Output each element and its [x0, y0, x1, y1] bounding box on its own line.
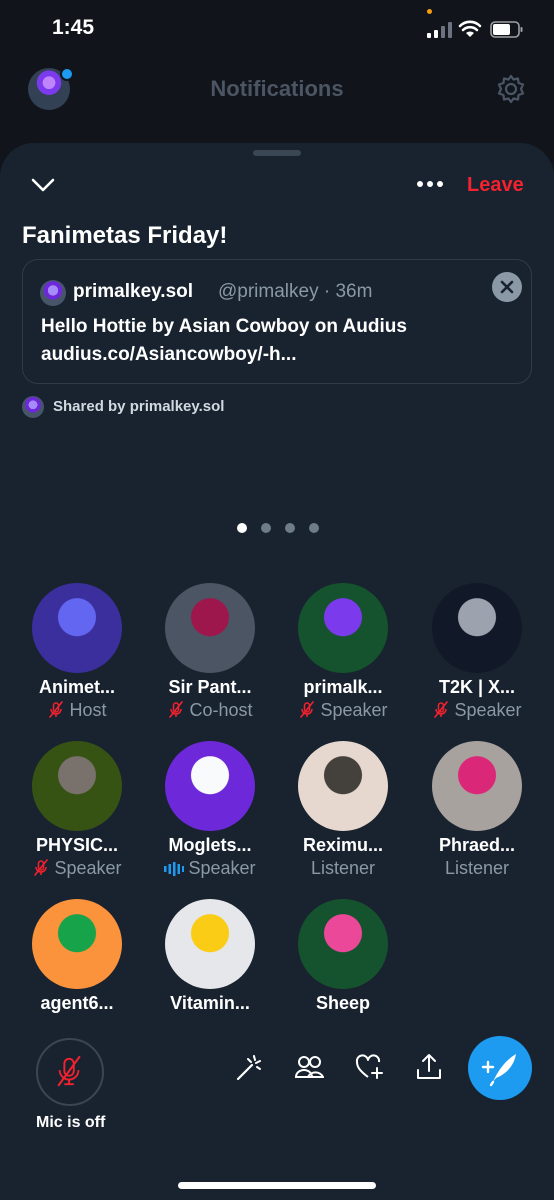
participant[interactable]: Vitamin...	[143, 899, 277, 1014]
gear-icon[interactable]	[496, 74, 526, 104]
participant-name: Sir Pant...	[168, 677, 252, 697]
participant[interactable]: T2K | X... Speaker	[410, 583, 544, 721]
status-bar: 1:45	[0, 0, 554, 60]
participant-name: T2K | X...	[438, 677, 516, 697]
battery-icon	[490, 21, 523, 38]
mic-off-icon	[169, 701, 184, 718]
bottom-toolbar: Mic is off	[0, 1028, 554, 1200]
avatar	[32, 899, 122, 989]
page-dot	[285, 523, 295, 533]
home-indicator[interactable]	[178, 1182, 376, 1189]
avatar	[298, 899, 388, 989]
close-icon[interactable]	[492, 272, 522, 302]
share-icon[interactable]	[414, 1052, 444, 1082]
mic-status-label: Mic is off	[36, 1114, 106, 1131]
avatar	[40, 280, 66, 306]
avatar	[165, 899, 255, 989]
page-dot	[309, 523, 319, 533]
participant-name: Moglets...	[168, 835, 252, 855]
participant[interactable]: PHYSIC... Speaker	[10, 741, 144, 879]
avatar	[298, 741, 388, 831]
mic-off-icon	[57, 1055, 81, 1087]
participant-role-label: Speaker	[454, 700, 522, 720]
status-time: 1:45	[52, 16, 95, 39]
avatar	[298, 583, 388, 673]
more-icon[interactable]	[415, 171, 445, 197]
sheet-handle[interactable]	[253, 150, 301, 156]
participant[interactable]: Reximu... Listener	[276, 741, 410, 879]
chevron-down-icon[interactable]	[30, 175, 56, 195]
participant[interactable]: Animet... Host	[10, 583, 144, 721]
people-icon[interactable]	[294, 1052, 324, 1082]
avatar	[32, 741, 122, 831]
page-dot-active	[237, 523, 247, 533]
participant-role: Speaker	[143, 858, 277, 879]
participant-name: Phraed...	[438, 835, 516, 855]
mic-off-icon	[49, 701, 64, 718]
page-dot	[261, 523, 271, 533]
participant-role: Speaker	[10, 858, 144, 879]
pinned-tweet[interactable]: primalkey.sol @primalkey · 36m Hello Hot…	[22, 259, 532, 384]
participant[interactable]: primalk... Speaker	[276, 583, 410, 721]
tweet-text: Hello Hottie by Asian Cowboy on Audius	[41, 316, 407, 337]
participant-role-label: Host	[69, 700, 107, 720]
compose-button[interactable]	[468, 1036, 532, 1100]
participant-role: Listener	[410, 858, 544, 879]
space-sheet: Leave Fanimetas Friday! primalkey.sol @p…	[0, 143, 554, 1200]
participant-name: Sheep	[315, 993, 371, 1013]
participant-name: Animet...	[38, 677, 115, 697]
mic-off-icon	[434, 701, 449, 718]
participant-role: Listener	[276, 858, 410, 879]
participant-role: Speaker	[410, 700, 544, 721]
participant-role-label: Speaker	[320, 700, 388, 720]
sparkle-icon[interactable]	[234, 1052, 264, 1082]
compose-icon	[481, 1054, 516, 1087]
avatar	[32, 583, 122, 673]
participant-name: Vitamin...	[170, 993, 250, 1013]
page-title: Notifications	[210, 76, 344, 101]
participant[interactable]: Sir Pant... Co-host	[143, 583, 277, 721]
tweet-author-name: primalkey.sol	[73, 281, 194, 302]
tweet-link[interactable]: audius.co/Asiancowboy/-h...	[41, 344, 296, 366]
participant-role: Co-host	[143, 700, 277, 721]
participant-role: Speaker	[276, 700, 410, 721]
participant-name: agent6...	[40, 993, 114, 1013]
participant-name: Reximu...	[302, 835, 384, 855]
shared-by-label: Shared by primalkey.sol	[53, 398, 225, 415]
space-title: Fanimetas Friday!	[22, 222, 228, 249]
heart-plus-icon[interactable]	[354, 1052, 384, 1082]
participant-name: primalk...	[303, 677, 383, 697]
privacy-indicator	[427, 9, 432, 14]
speaking-icon	[164, 862, 185, 876]
participant-name: PHYSIC...	[35, 835, 119, 855]
avatar	[432, 741, 522, 831]
page-indicator[interactable]	[237, 523, 321, 533]
participant-role-label: Speaker	[54, 858, 122, 878]
participant-role-label: Co-host	[189, 700, 253, 720]
avatar	[432, 583, 522, 673]
wifi-icon	[458, 20, 482, 37]
participant-role-label: Speaker	[188, 858, 256, 878]
participant-role: Host	[10, 700, 144, 721]
avatar	[165, 583, 255, 673]
participant[interactable]: Moglets... Speaker	[143, 741, 277, 879]
avatar	[165, 741, 255, 831]
participant[interactable]: Phraed... Listener	[410, 741, 544, 879]
avatar	[22, 396, 44, 418]
participant[interactable]: agent6...	[10, 899, 144, 1014]
tweet-author-handle: @primalkey · 36m	[218, 281, 373, 302]
participant[interactable]: Sheep	[276, 899, 410, 1014]
participant-role-label: Listener	[310, 858, 376, 878]
mic-toggle-button[interactable]	[36, 1038, 104, 1106]
mic-off-icon	[300, 701, 315, 718]
participant-role-label: Listener	[444, 858, 510, 878]
signal-icon	[427, 22, 452, 38]
leave-button[interactable]: Leave	[467, 174, 524, 197]
mic-off-icon	[34, 859, 49, 876]
